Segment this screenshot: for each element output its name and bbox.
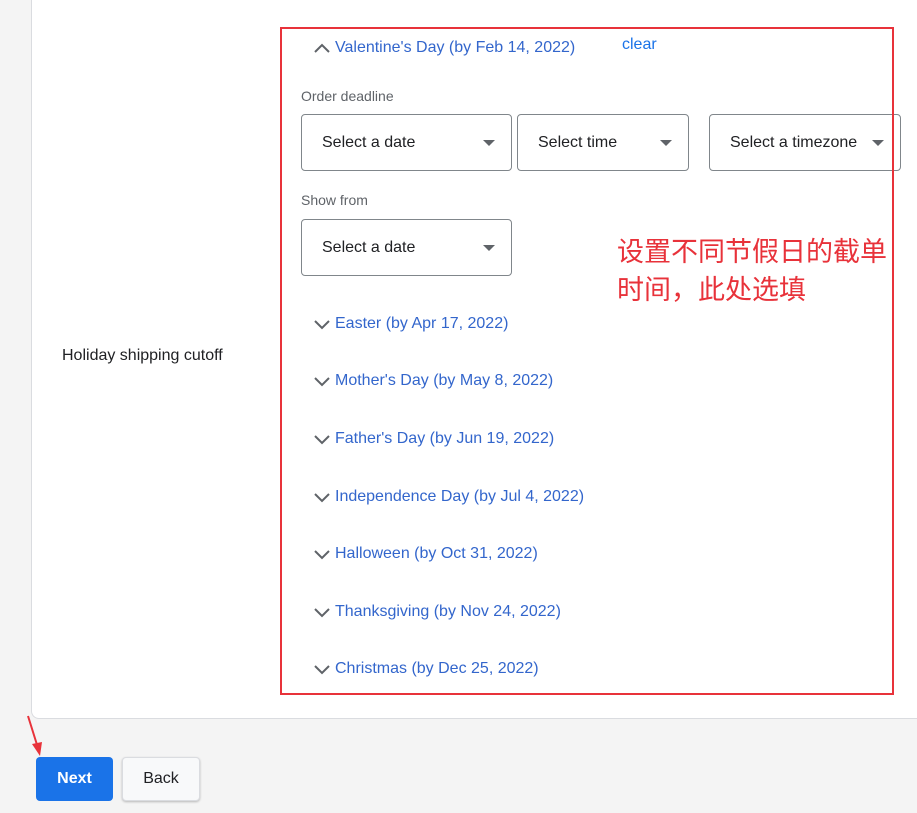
holiday-label: Easter (by Apr 17, 2022) (335, 315, 509, 332)
holiday-christmas[interactable]: Christmas (by Dec 25, 2022) (312, 657, 539, 681)
holiday-thanksgiving[interactable]: Thanksgiving (by Nov 24, 2022) (312, 600, 561, 624)
show-from-label: Show from (301, 192, 368, 208)
select-value: Select a timezone (730, 133, 858, 151)
holiday-label: Father's Day (by Jun 19, 2022) (335, 430, 555, 447)
chevron-down-icon (314, 493, 330, 503)
chevron-down-icon (314, 320, 330, 330)
select-value: Select time (538, 133, 618, 151)
annotation-line: 时间，此处选填 (617, 275, 806, 306)
holiday-label: Independence Day (by Jul 4, 2022) (335, 488, 585, 505)
annotation-line: 设置不同节假日的截单 (617, 237, 887, 268)
order-deadline-label: Order deadline (301, 88, 394, 104)
chevron-down-icon (314, 550, 330, 560)
annotation-note: 设置不同节假日的截单 时间，此处选填 (617, 234, 917, 310)
holiday-label: Mother's Day (by May 8, 2022) (335, 372, 554, 389)
deadline-timezone-select[interactable]: Select a timezone (709, 114, 901, 171)
clear-link[interactable]: clear (622, 36, 657, 54)
show-from-date-select[interactable]: Select a date (301, 219, 512, 276)
row-label: Holiday shipping cutoff (62, 347, 223, 364)
back-button[interactable]: Back (122, 757, 200, 801)
holiday-label: Christmas (by Dec 25, 2022) (335, 660, 539, 677)
chevron-up-icon (314, 43, 330, 53)
chevron-down-icon (314, 377, 330, 387)
dropdown-caret-icon (483, 245, 495, 251)
chevron-down-icon (314, 608, 330, 618)
holiday-mothers-day[interactable]: Mother's Day (by May 8, 2022) (312, 369, 553, 393)
holiday-fathers-day[interactable]: Father's Day (by Jun 19, 2022) (312, 427, 554, 451)
dropdown-caret-icon (872, 140, 884, 146)
holiday-label: Thanksgiving (by Nov 24, 2022) (335, 603, 561, 620)
holiday-easter[interactable]: Easter (by Apr 17, 2022) (312, 312, 508, 336)
deadline-date-select[interactable]: Select a date (301, 114, 512, 171)
select-value: Select a date (322, 133, 416, 151)
dropdown-caret-icon (483, 140, 495, 146)
next-button[interactable]: Next (36, 757, 113, 801)
holiday-halloween[interactable]: Halloween (by Oct 31, 2022) (312, 542, 538, 566)
holiday-valentines-header[interactable]: Valentine's Day (by Feb 14, 2022) (312, 36, 575, 60)
annotation-arrow-icon (27, 715, 42, 756)
select-value: Select a date (322, 238, 416, 256)
deadline-time-select[interactable]: Select time (517, 114, 689, 171)
dropdown-caret-icon (660, 140, 672, 146)
chevron-down-icon (314, 665, 330, 675)
holiday-title: Valentine's Day (by Feb 14, 2022) (335, 39, 576, 56)
chevron-down-icon (314, 435, 330, 445)
holiday-independence-day[interactable]: Independence Day (by Jul 4, 2022) (312, 485, 584, 509)
holiday-label: Halloween (by Oct 31, 2022) (335, 545, 538, 562)
